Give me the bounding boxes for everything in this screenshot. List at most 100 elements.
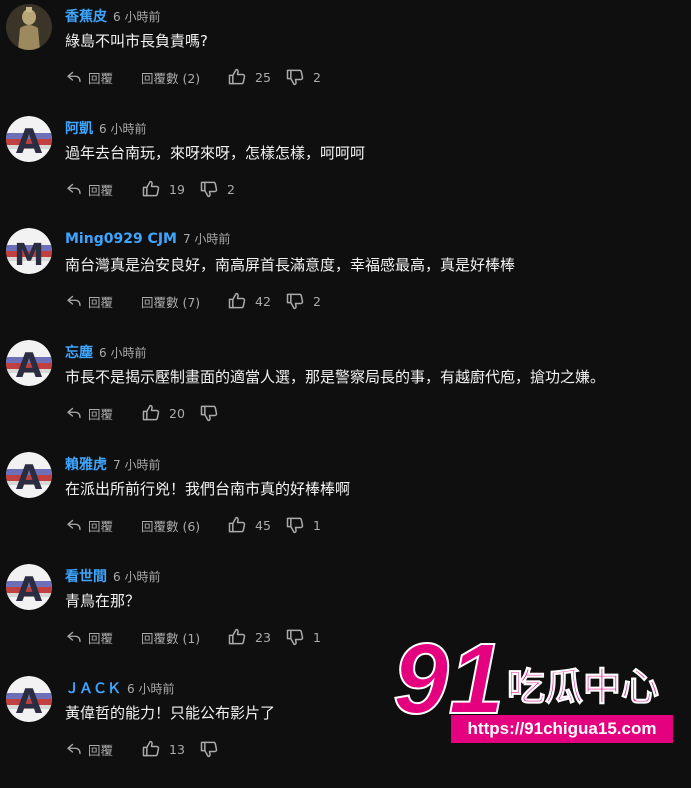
like-button[interactable]: 42 (227, 291, 285, 311)
comment-timestamp[interactable]: 6 小時前 (127, 682, 174, 696)
dislike-button[interactable]: 2 (285, 291, 321, 311)
comment-timestamp[interactable]: 7 小時前 (113, 458, 160, 472)
reply-button[interactable]: 回覆 (65, 740, 141, 759)
comment-item: 香蕉皮 6 小時前 綠島不叫市長負責嗎? 回覆 回覆數 (2) 25 2 (0, 4, 691, 116)
reply-icon (67, 183, 81, 195)
reply-icon (67, 407, 81, 419)
dislike-button[interactable]: 2 (199, 179, 235, 199)
comment-author[interactable]: 忘塵 6 小時前 (65, 342, 146, 362)
like-button[interactable]: 23 (227, 627, 285, 647)
author-name[interactable]: 阿凱 (65, 121, 93, 137)
dislike-count: 2 (227, 181, 235, 197)
dislike-button[interactable]: 1 (285, 627, 321, 647)
avatar[interactable] (6, 4, 52, 50)
author-name[interactable]: ＪＡＣＫ (65, 681, 121, 697)
view-replies-button[interactable]: 回覆數 (2) (141, 68, 227, 87)
reply-label: 回覆 (88, 406, 114, 422)
comment-author[interactable]: 賴雅虎 7 小時前 (65, 454, 160, 474)
comment-timestamp[interactable]: 6 小時前 (99, 346, 146, 360)
comment-item: A 忘塵 6 小時前 市長不是揭示壓制畫面的適當人選，那是警察局長的事，有越廚代庖，搶… (0, 340, 691, 452)
letter-avatar-image: A (6, 676, 52, 722)
avatar[interactable]: A (6, 340, 52, 386)
thumbs-up-icon (142, 180, 160, 197)
dislike-button[interactable]: 2 (285, 67, 321, 87)
dislike-count: 2 (313, 293, 321, 309)
avatar[interactable]: M (6, 228, 52, 274)
comment-text: 青鳥在那？ (65, 592, 141, 610)
thumbs-down-icon (286, 69, 304, 86)
comment-author[interactable]: 看世間 6 小時前 (65, 566, 160, 586)
comment-actions: 回覆 回覆數 (2) 25 2 (65, 67, 321, 87)
dislike-count: 1 (313, 629, 321, 645)
comment-timestamp[interactable]: 6 小時前 (113, 10, 160, 24)
thumbs-up-icon (228, 516, 246, 533)
author-name[interactable]: 賴雅虎 (65, 457, 107, 473)
letter-avatar-image: A (6, 452, 52, 498)
view-replies-button[interactable]: 回覆數 (7) (141, 292, 227, 311)
statue-avatar-image (6, 4, 52, 50)
like-button[interactable]: 13 (141, 739, 199, 759)
svg-text:M: M (14, 238, 44, 273)
author-name[interactable]: 忘塵 (65, 345, 93, 361)
thumbs-up-icon (142, 740, 160, 757)
dislike-button[interactable]: 1 (285, 515, 321, 535)
comment-author[interactable]: ＪＡＣＫ 6 小時前 (65, 678, 174, 698)
reply-button[interactable]: 回覆 (65, 180, 141, 199)
thumbs-up-icon (228, 292, 246, 309)
reply-button[interactable]: 回覆 (65, 404, 141, 423)
comment-actions: 回覆 回覆數 (6) 45 1 (65, 515, 321, 535)
author-name[interactable]: 看世間 (65, 569, 107, 585)
svg-text:A: A (16, 458, 43, 498)
like-button[interactable]: 20 (141, 403, 199, 423)
like-count: 13 (169, 741, 185, 757)
avatar[interactable]: A (6, 452, 52, 498)
avatar[interactable]: A (6, 676, 52, 722)
reply-button[interactable]: 回覆 (65, 68, 141, 87)
like-button[interactable]: 45 (227, 515, 285, 535)
dislike-count: 2 (313, 69, 321, 85)
comment-text: 黃偉哲的能力！只能公布影片了 (65, 704, 276, 722)
like-button[interactable]: 25 (227, 67, 285, 87)
comment-author[interactable]: 香蕉皮 6 小時前 (65, 6, 160, 26)
view-replies-button[interactable]: 回覆數 (6) (141, 516, 227, 535)
watermark-url: https://91chigua15.com (451, 715, 673, 743)
like-button[interactable]: 19 (141, 179, 199, 199)
comment-timestamp[interactable]: 6 小時前 (113, 570, 160, 584)
comment-item: A 阿凱 6 小時前 過年去台南玩，來呀來呀，怎樣怎樣，呵呵呵 回覆 19 2 (0, 116, 691, 228)
reply-label: 回覆 (88, 182, 114, 198)
letter-avatar-image: A (6, 116, 52, 162)
comment-text: 南台灣真是治安良好，南高屏首長滿意度，幸福感最高，真是好棒棒 (65, 256, 516, 274)
reply-button[interactable]: 回覆 (65, 516, 141, 535)
reply-button[interactable]: 回覆 (65, 628, 141, 647)
avatar[interactable]: A (6, 116, 52, 162)
dislike-count: 1 (313, 517, 321, 533)
reply-label: 回覆 (88, 518, 114, 534)
thumbs-down-icon (200, 181, 218, 198)
comment-item: A 賴雅虎 7 小時前 在派出所前行兇！我們台南市真的好棒棒啊 回覆 回覆數 (6) 45 1 (0, 452, 691, 564)
comment-actions: 回覆 回覆數 (1) 23 1 (65, 627, 321, 647)
comment-author[interactable]: 阿凱 6 小時前 (65, 118, 146, 138)
reply-button[interactable]: 回覆 (65, 292, 141, 311)
comment-actions: 回覆 回覆數 (7) 42 2 (65, 291, 321, 311)
dislike-button[interactable] (199, 739, 227, 759)
reply-icon (67, 519, 81, 531)
like-count: 23 (255, 629, 271, 645)
comment-timestamp[interactable]: 7 小時前 (183, 232, 230, 246)
author-name[interactable]: 香蕉皮 (65, 9, 107, 25)
comment-author[interactable]: Ming0929 CJM 7 小時前 (65, 230, 230, 247)
like-count: 42 (255, 293, 271, 309)
letter-avatar-image: M (6, 228, 52, 274)
thumbs-up-icon (228, 68, 246, 85)
reply-label: 回覆 (88, 70, 114, 86)
reply-label: 回覆 (88, 630, 114, 646)
avatar[interactable]: A (6, 564, 52, 610)
like-count: 25 (255, 69, 271, 85)
author-name[interactable]: Ming0929 CJM (65, 231, 177, 247)
dislike-button[interactable] (199, 403, 227, 423)
comment-actions: 回覆 13 (65, 739, 227, 759)
like-count: 45 (255, 517, 271, 533)
comment-timestamp[interactable]: 6 小時前 (99, 122, 146, 136)
svg-text:A: A (16, 570, 43, 610)
svg-text:A: A (16, 682, 43, 722)
view-replies-button[interactable]: 回覆數 (1) (141, 628, 227, 647)
